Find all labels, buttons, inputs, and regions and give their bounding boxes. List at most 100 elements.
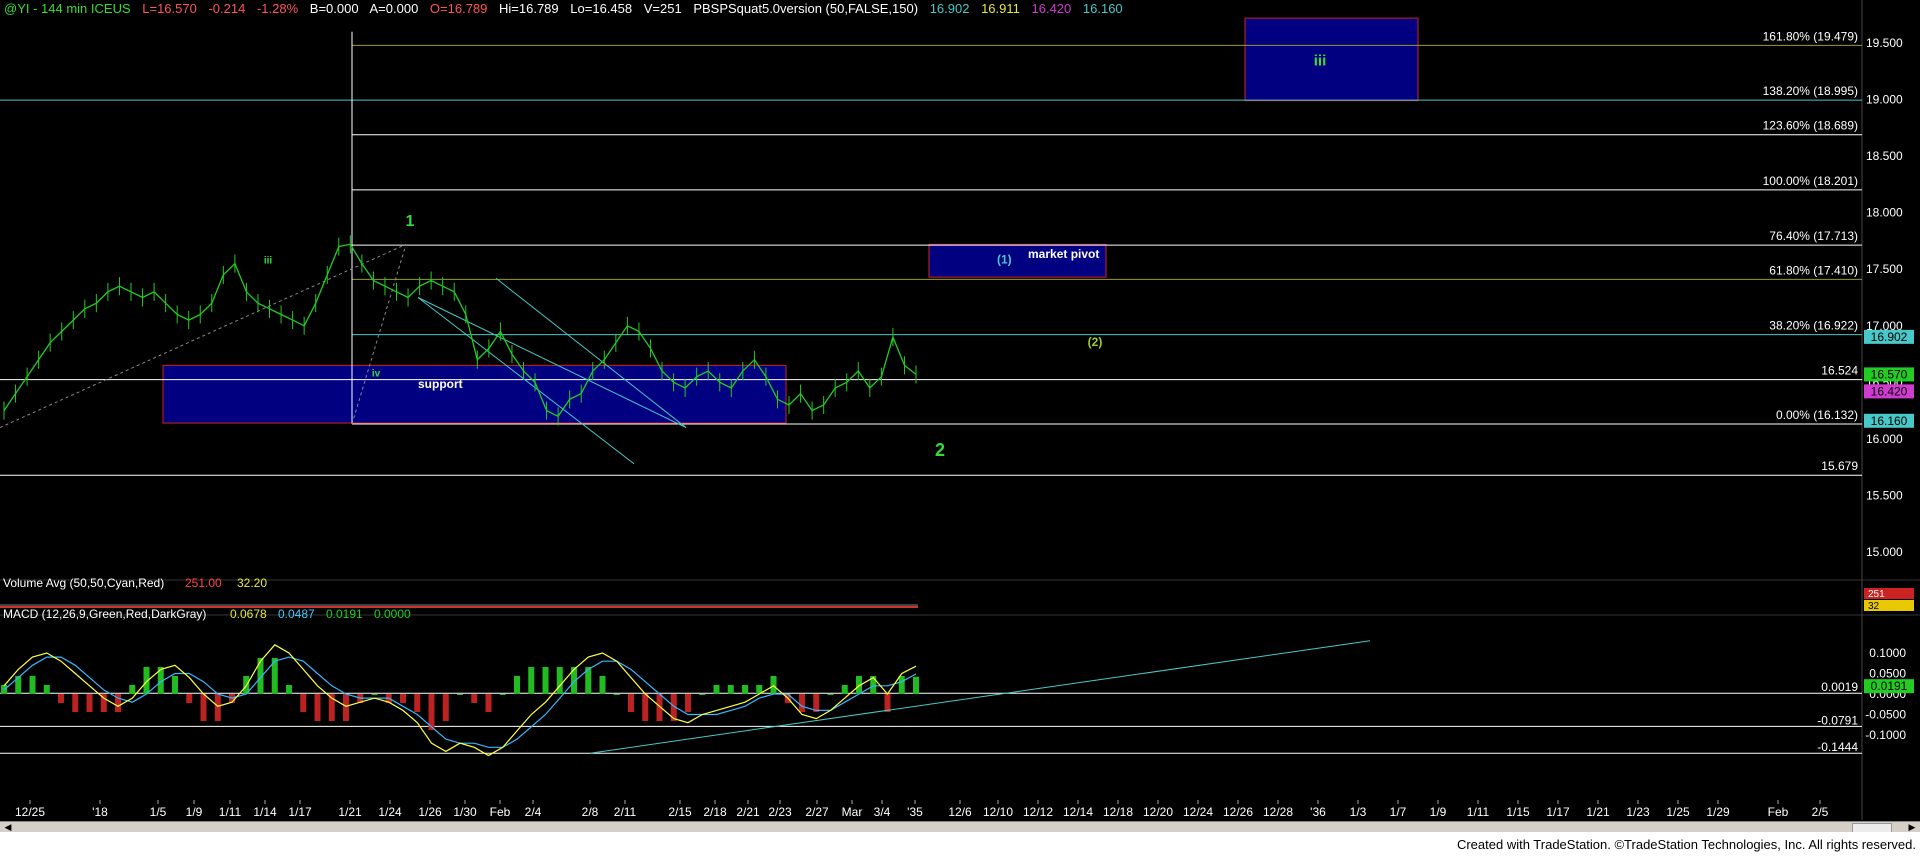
macd-histogram-bar	[172, 675, 178, 694]
macd-histogram-bar	[628, 694, 634, 713]
price-axis-tick: 16.000	[1866, 432, 1903, 446]
volume-value-1: 251.00	[185, 576, 222, 590]
volume-tag-label: 32	[1868, 601, 1880, 612]
open-value: O=16.789	[429, 1, 488, 16]
last-price: L=16.570	[142, 1, 197, 16]
x-axis-tick: Mar	[842, 805, 863, 819]
fib-level-label: 138.20% (18.995)	[1763, 84, 1858, 98]
wave-label-iv: iv	[372, 369, 381, 380]
macd-histogram-bar	[442, 694, 449, 722]
macd-histogram-bar	[58, 694, 64, 704]
wave-label-1-paren: (1)	[997, 253, 1012, 267]
x-axis-tick: 1/3	[1350, 805, 1367, 819]
wave-label-2-paren: (2)	[1088, 335, 1103, 349]
x-axis-tick: 12/10	[983, 805, 1013, 819]
chart-canvas: 19.50019.00018.50018.00017.50017.00016.5…	[0, 0, 1920, 820]
macd-histogram-bar	[884, 694, 891, 713]
macd-histogram-bar	[72, 694, 79, 713]
macd-histogram-bar	[300, 694, 307, 713]
x-axis-tick: 1/15	[1506, 805, 1530, 819]
price-tag-label: 16.420	[1871, 384, 1908, 398]
x-axis-tick: 2/5	[1812, 805, 1829, 819]
x-axis-tick: 1/11	[219, 805, 242, 819]
x-axis-tick: Feb	[490, 805, 511, 819]
x-axis-tick: 2/4	[525, 805, 542, 819]
fib-level-label: 76.40% (17.713)	[1769, 229, 1858, 243]
macd-histogram-bar	[799, 694, 805, 713]
fib-level-label: 61.80% (17.410)	[1769, 263, 1858, 277]
macd-line	[3, 644, 917, 757]
macd-histogram-bar	[827, 694, 834, 695]
macd-histogram-bar	[214, 694, 221, 722]
macd-histogram-bar	[642, 694, 649, 722]
macd-histogram-bar	[770, 675, 777, 694]
macd-level-label: -0.1444	[1817, 740, 1858, 754]
macd-histogram-bar	[200, 694, 207, 722]
percent-change: -1.28%	[256, 1, 299, 16]
x-axis-tick: Feb	[1768, 805, 1789, 819]
macd-value: 0.0191	[326, 607, 363, 621]
x-axis-tick: '35	[907, 805, 923, 819]
symbol-label: @YI - 144 min ICEUS	[4, 1, 131, 16]
macd-tag-label: 0.0191	[1871, 679, 1908, 693]
indicator-value-3: 16.420	[1031, 1, 1072, 16]
high-value: Hi=16.789	[499, 1, 559, 16]
x-axis-tick: 1/26	[418, 805, 442, 819]
macd-histogram-bar	[542, 666, 549, 694]
wave-label-iii: iii	[1314, 53, 1327, 70]
x-axis-tick: 1/7	[1390, 805, 1407, 819]
fib-level-label: 16.524	[1821, 364, 1858, 378]
price-axis-tick: 15.500	[1866, 488, 1903, 502]
indicator-name: PBSPSquat5.0version (50,FALSE,150)	[693, 1, 919, 16]
support-label: support	[418, 377, 463, 391]
macd-histogram-bar	[528, 666, 535, 694]
chart-header: @YI - 144 min ICEUS L=16.570 -0.214 -1.2…	[4, 1, 1131, 16]
macd-histogram-bar	[727, 684, 734, 694]
price-axis-tick: 17.500	[1866, 262, 1903, 276]
x-axis-tick: 12/25	[15, 805, 45, 819]
macd-histogram-bar	[742, 684, 748, 694]
macd-value: 0.0000	[374, 607, 411, 621]
macd-histogram-bar	[29, 675, 36, 694]
x-axis-tick: 1/25	[1666, 805, 1690, 819]
macd-trendline	[589, 640, 1371, 754]
macd-histogram-bar	[471, 694, 478, 704]
macd-title: MACD (12,26,9,Green,Red,DarkGray)	[3, 607, 206, 621]
macd-histogram-bar	[556, 666, 563, 694]
price-change: -0.214	[208, 1, 246, 16]
low-value: Lo=16.458	[570, 1, 633, 16]
fib-level-label: 15.679	[1821, 459, 1858, 473]
price-axis-tick: 18.500	[1866, 149, 1903, 163]
indicator-value-1: 16.902	[929, 1, 970, 16]
x-axis-tick: 12/28	[1263, 805, 1293, 819]
price-axis-tick: 19.500	[1866, 36, 1903, 50]
volume-title: Volume Avg (50,50,Cyan,Red)	[3, 576, 164, 590]
price-axis-tick: 18.000	[1866, 206, 1903, 220]
macd-histogram-bar	[86, 694, 93, 713]
price-axis-tick: 19.000	[1866, 93, 1903, 107]
price-tag-label: 16.570	[1871, 367, 1908, 381]
wave-label-small-iii: iii	[264, 256, 273, 267]
macd-histogram-bar	[400, 694, 406, 704]
x-axis-tick: 2/23	[768, 805, 792, 819]
x-axis-tick: 12/20	[1143, 805, 1173, 819]
macd-level-label: -0.0791	[1817, 713, 1858, 727]
indicator-value-4: 16.160	[1082, 1, 1123, 16]
x-axis-tick: 1/17	[1546, 805, 1570, 819]
x-axis-tick: 3/4	[874, 805, 891, 819]
macd-histogram-bar	[186, 694, 193, 704]
macd-histogram-bar	[286, 684, 292, 694]
macd-value: 0.0678	[230, 607, 267, 621]
x-axis-tick: 1/9	[186, 805, 203, 819]
indicator-value-2: 16.911	[981, 1, 1020, 16]
wave-label-1: 1	[406, 213, 415, 230]
macd-histogram-bar	[713, 684, 720, 694]
fib-level-label: 100.00% (18.201)	[1763, 174, 1858, 188]
macd-histogram-bar	[485, 694, 492, 713]
x-axis-tick: 1/30	[453, 805, 477, 819]
x-axis-tick: 1/24	[378, 805, 402, 819]
macd-histogram-bar	[414, 694, 421, 713]
x-axis-tick: 2/11	[614, 805, 637, 819]
x-axis-tick: 12/6	[948, 805, 972, 819]
macd-histogram-bar	[685, 694, 691, 713]
